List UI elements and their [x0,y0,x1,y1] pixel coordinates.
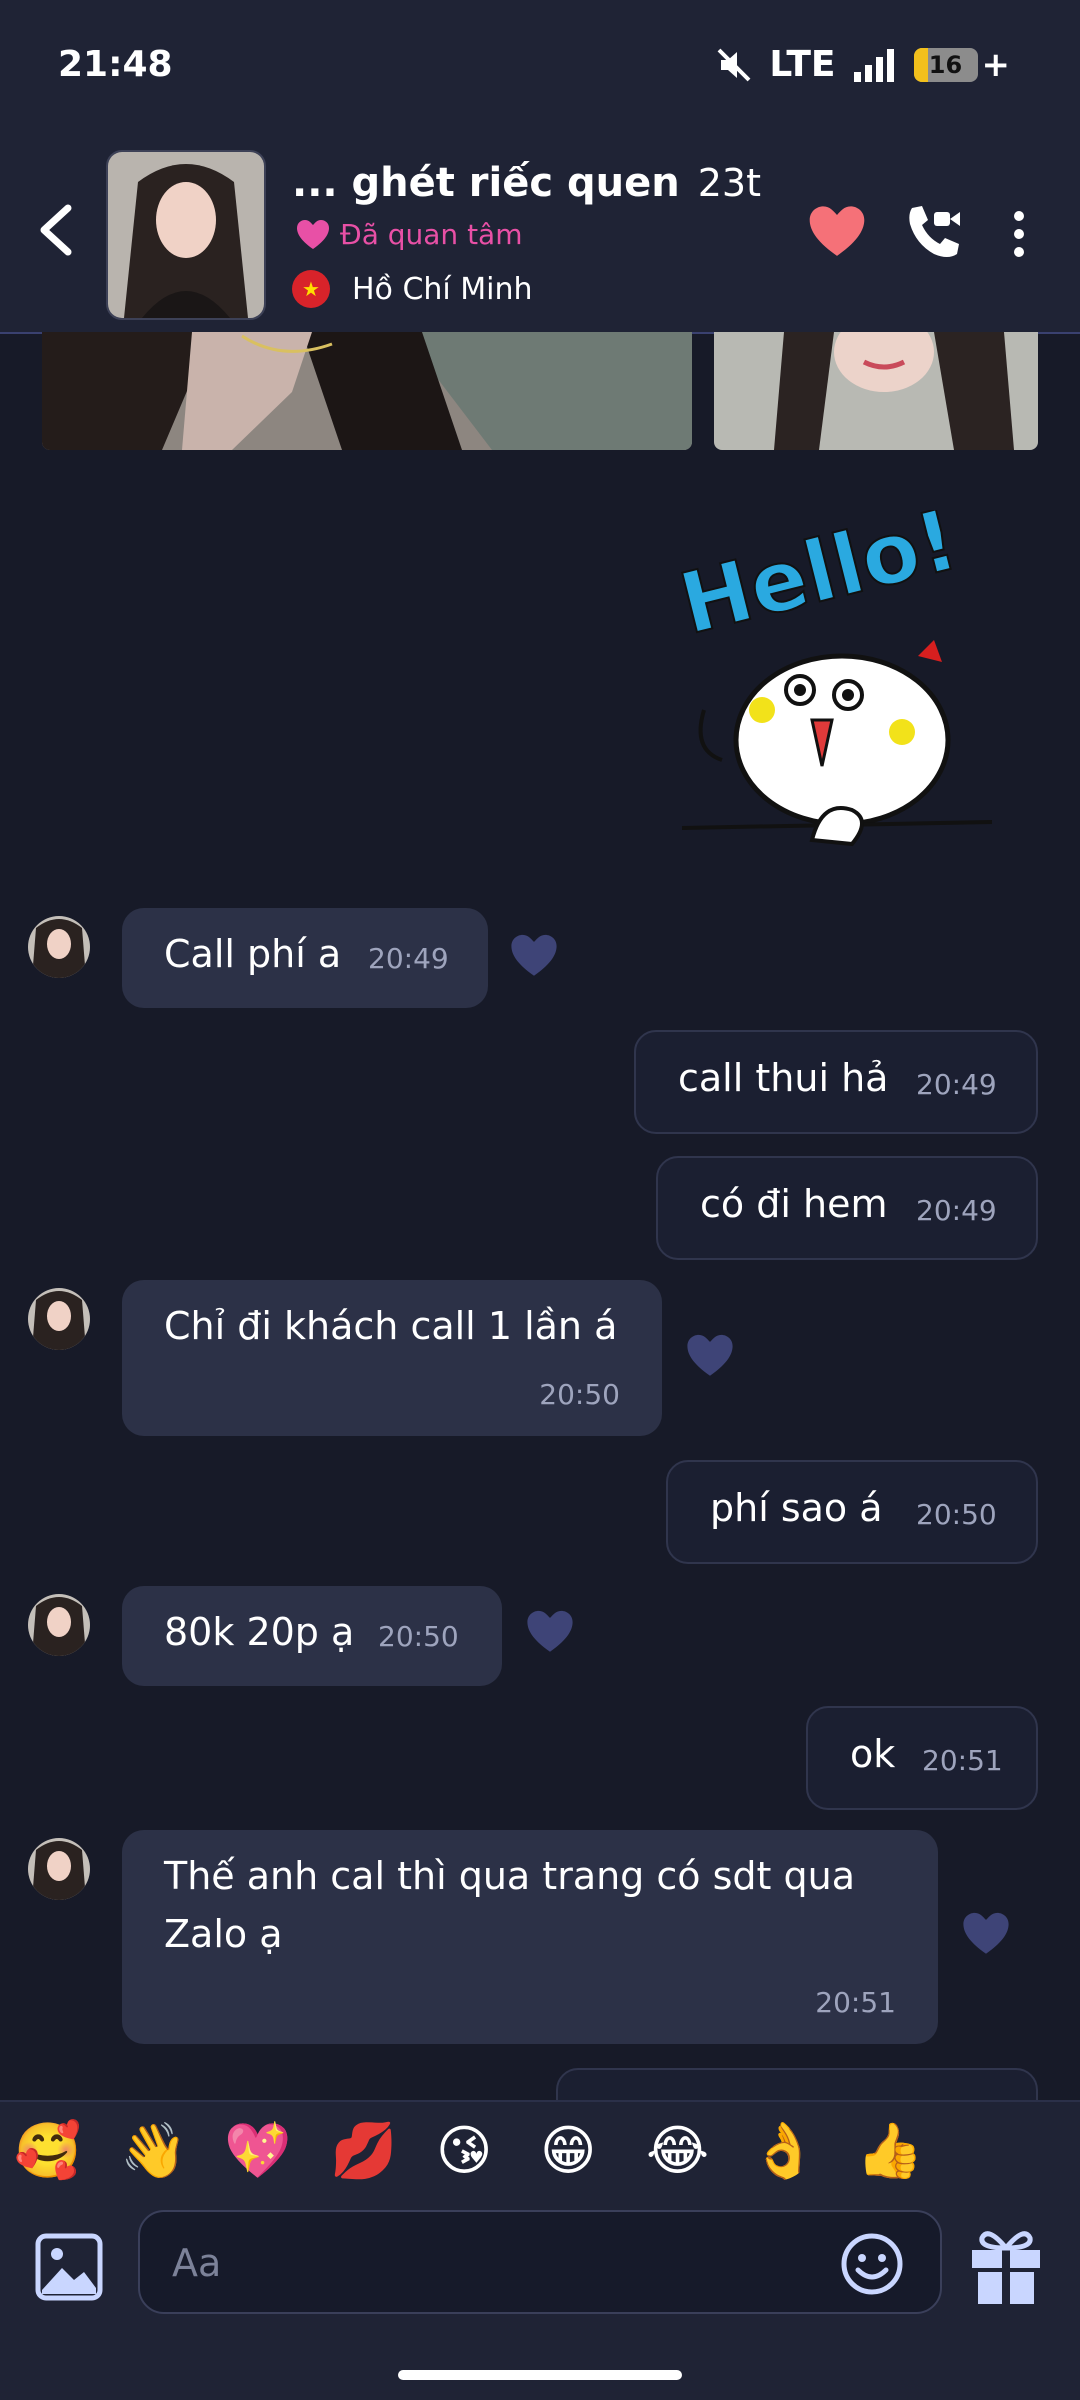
message-bubble[interactable]: 80k 20p ạ 20:50 [122,1586,502,1686]
smiley-icon[interactable] [840,2232,904,2296]
chat-header: ... ghét riếc quen 23t Đã quan tâm ★ Hồ … [0,130,1080,334]
message-text: call thui hả [678,1056,889,1100]
contact-avatar[interactable] [28,1594,90,1656]
message-text: phí sao á [710,1486,883,1530]
follow-status-text: Đã quan tâm [340,218,523,251]
contact-avatar[interactable] [28,916,90,978]
message-time: 20:49 [916,1068,997,1101]
quick-emoji-bar: 🥰 👋 💖 💋 😘 😁 😂 👌 👍 [0,2100,1080,2222]
message-time: 20:51 [922,1744,1003,1777]
shared-photo[interactable] [714,332,1038,450]
message-text: 80k 20p ạ [164,1610,355,1654]
image-icon[interactable] [34,2232,104,2302]
react-heart-icon[interactable] [510,934,558,978]
mute-icon [717,48,751,81]
battery-icon: 16 + [913,45,1010,85]
emoji-button[interactable]: 💋 [330,2124,397,2178]
message-text-line: Thế anh cal thì qua trang có sdt qua [164,1854,855,1898]
contact-avatar[interactable] [28,1288,90,1350]
message-time: 20:50 [916,1498,997,1531]
message-input[interactable] [170,2234,834,2292]
message-bubble[interactable]: Chỉ đi khách call 1 lần á 20:50 [122,1280,662,1436]
message-bubble[interactable]: ok 20:51 [806,1706,1038,1810]
status-bar: 21:48 LTE 16 + [0,0,1080,130]
message-bubble[interactable]: Thế anh cal thì qua trang có sdt qua Zal… [122,1830,938,2044]
vietnam-flag-icon: ★ [292,270,330,308]
profile-name[interactable]: ... ghét riếc quen [292,160,680,206]
message-text-line: Zalo ạ [164,1912,283,1956]
message-input-box[interactable] [138,2210,942,2314]
follow-status: Đã quan tâm [296,218,523,251]
gift-icon[interactable] [968,2226,1044,2306]
contact-avatar[interactable] [28,1838,90,1900]
message-bubble[interactable]: call thui hả 20:49 [634,1030,1038,1134]
message-bubble[interactable]: có đi hem 20:49 [656,1156,1038,1260]
message-time: 20:50 [378,1620,459,1653]
message-bubble[interactable]: Call phí a 20:49 [122,908,488,1008]
heart-icon [297,219,329,249]
like-heart-icon[interactable] [808,206,866,258]
react-heart-icon[interactable] [686,1334,734,1378]
emoji-button[interactable]: 😘 [436,2124,492,2178]
status-time: 21:48 [58,44,173,85]
location-text: Hồ Chí Minh [352,271,533,307]
emoji-button[interactable]: 💖 [224,2124,291,2178]
message-text: Call phí a [164,932,342,976]
react-heart-icon[interactable] [526,1610,574,1654]
back-icon[interactable] [34,200,78,260]
message-bubble[interactable]: phí sao á 20:50 [666,1460,1038,1564]
location: ★ Hồ Chí Minh [292,270,533,308]
sticker-text: Hello! [672,510,967,653]
message-text: ok [850,1732,896,1776]
shared-photo[interactable] [42,332,692,450]
network-type: LTE [769,44,836,85]
message-time: 20:51 [815,1986,896,2019]
profile-name-row: ... ghét riếc quen 23t [292,160,761,206]
react-heart-icon[interactable] [962,1912,1010,1956]
more-icon[interactable] [1012,210,1026,258]
emoji-button[interactable]: 😁 [540,2124,596,2178]
emoji-button[interactable]: 👍 [856,2124,923,2178]
message-text: Chỉ đi khách call 1 lần á [164,1304,618,1348]
video-call-icon[interactable] [904,202,964,262]
status-icons: LTE 16 + [715,44,1010,85]
emoji-button[interactable]: 👌 [750,2124,817,2178]
message-time: 20:49 [916,1194,997,1227]
profile-age: 23t [697,161,761,205]
hello-dog-sticker[interactable]: Hello! [672,510,1012,860]
message-text: có đi hem [700,1182,888,1226]
avatar[interactable] [106,150,266,320]
signal-icon [853,48,894,82]
message-time: 20:50 [539,1378,620,1411]
message-time: 20:49 [368,942,449,975]
emoji-button[interactable]: 🥰 [14,2124,81,2178]
home-indicator [398,2370,682,2380]
emoji-button[interactable]: 😂 [646,2124,709,2178]
battery-level: 16 [928,50,963,79]
emoji-button[interactable]: 👋 [120,2124,187,2178]
